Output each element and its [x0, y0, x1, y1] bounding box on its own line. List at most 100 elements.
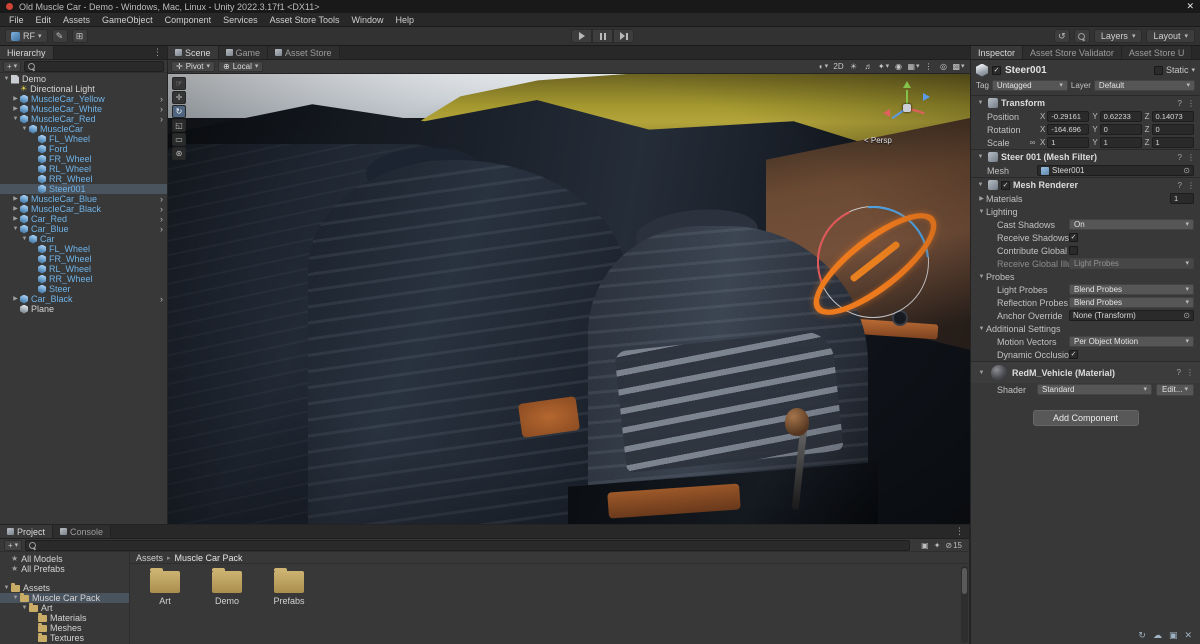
expand-arrow[interactable]: ▼ [11, 226, 20, 232]
hierarchy-item-musclecar-yellow[interactable]: ▶ MuscleCar_Yellow › [0, 94, 167, 104]
project-item-art[interactable]: ▼ Art [0, 602, 129, 613]
mesh-object-field[interactable]: Steer001 ⊙ [1037, 165, 1194, 176]
expand-arrow[interactable]: ▶ [11, 216, 20, 222]
mesh-renderer-header[interactable]: ▼ ✓ Mesh Renderer ? ⋮ [971, 177, 1200, 192]
materials-count-field[interactable]: 1 [1170, 193, 1194, 204]
scene-camera-settings[interactable]: ◎ [937, 61, 950, 72]
effects-dropdown[interactable]: ✦ ▾ [877, 61, 890, 72]
hierarchy-item-fl-wheel[interactable]: FL_Wheel [0, 244, 167, 254]
play-button[interactable] [571, 29, 592, 43]
hierarchy-item-steer001[interactable]: Steer001 [0, 184, 167, 194]
prefab-open-chevron[interactable]: › [160, 204, 167, 214]
tab-project[interactable]: Project [0, 525, 54, 538]
close-status-icon[interactable]: ✕ [1184, 630, 1192, 641]
active-checkbox[interactable]: ✓ [992, 65, 1001, 75]
menu-assets[interactable]: Assets [57, 13, 96, 27]
expand-arrow[interactable]: ▶ [11, 106, 20, 112]
hierarchy-item-car-red[interactable]: ▶ Car_Red › [0, 214, 167, 224]
menu-services[interactable]: Services [217, 13, 264, 27]
component-menu-icon[interactable]: ⋮ [1187, 181, 1195, 190]
project-create-button[interactable]: + ▾ [4, 539, 23, 551]
expand-arrow[interactable]: ▼ [20, 605, 29, 611]
pause-button[interactable] [592, 29, 613, 43]
hierarchy-item-musclecar-red[interactable]: ▼ MuscleCar_Red › [0, 114, 167, 124]
help-icon[interactable]: ? [1177, 368, 1181, 377]
move-tool-button[interactable]: ✛ [172, 91, 186, 104]
prefab-open-chevron[interactable]: › [160, 214, 167, 224]
hierarchy-item-fl-wheel[interactable]: FL_Wheel [0, 134, 167, 144]
hierarchy-item-fr-wheel[interactable]: FR_Wheel [0, 254, 167, 264]
expand-arrow[interactable]: ▼ [2, 585, 11, 591]
rotation-x-field[interactable]: -164.696 [1047, 124, 1090, 135]
account-button[interactable]: RF ▾ [5, 29, 48, 43]
orientation-gizmo[interactable] [880, 80, 936, 136]
object-picker-icon[interactable]: ⊙ [1183, 311, 1190, 320]
project-item-assets[interactable]: ▼ Assets [0, 582, 129, 593]
static-caret-icon[interactable]: ▾ [1191, 67, 1195, 74]
hierarchy-search-input[interactable] [38, 61, 161, 71]
menu-file[interactable]: File [3, 13, 30, 27]
project-item-muscle-car-pack[interactable]: ▼ Muscle Car Pack [0, 592, 129, 603]
shader-dropdown[interactable]: Standard ▾ [1037, 384, 1153, 395]
hidden-objects-toggle[interactable]: ◉ [892, 61, 905, 72]
project-folder-prefabs[interactable]: Prefabs [266, 568, 312, 606]
grid-snapping-button[interactable]: ⊞ [71, 29, 88, 43]
perspective-toggle[interactable]: < Persp [864, 136, 892, 145]
mesh-filter-header[interactable]: ▼ Steer 001 (Mesh Filter) ? ⋮ [971, 149, 1200, 164]
menu-asset-store-tools[interactable]: Asset Store Tools [264, 13, 346, 27]
project-search-input[interactable] [39, 540, 908, 550]
foldout-arrow-icon[interactable]: ▼ [976, 154, 985, 160]
tab-game[interactable]: Game [218, 46, 269, 59]
scene-viewport[interactable]: ☞ ✛ ↻ ◱ ▭ ⊛ < Persp [168, 74, 970, 524]
layout-dropdown[interactable]: Layout ▾ [1146, 29, 1195, 43]
hierarchy-item-musclecar-black[interactable]: ▶ MuscleCar_Black › [0, 204, 167, 214]
project-item-meshes[interactable]: Meshes [0, 622, 129, 633]
position-y-field[interactable]: 0.62233 [1099, 111, 1142, 122]
static-toggle[interactable]: Static ▾ [1153, 65, 1195, 75]
component-menu-icon[interactable]: ⋮ [1187, 99, 1195, 108]
expand-arrow[interactable]: ▶ [11, 206, 20, 212]
tab-asset-store-u[interactable]: Asset Store U [1121, 46, 1193, 59]
expand-arrow[interactable]: ▼ [2, 76, 11, 82]
expand-arrow[interactable]: ▶ [11, 96, 20, 102]
layer-dropdown[interactable]: Default ▾ [1093, 80, 1195, 91]
hierarchy-item-car[interactable]: ▼ Car [0, 234, 167, 244]
breadcrumb-muscle-car-pack[interactable]: Muscle Car Pack [175, 553, 243, 563]
rotation-z-field[interactable]: 0 [1151, 124, 1194, 135]
scene-audio-toggle[interactable]: ♬ [862, 61, 875, 72]
rotate-tool-button[interactable]: ↻ [172, 105, 186, 118]
prefab-open-chevron[interactable]: › [160, 104, 167, 114]
dynamic-occlusion-checkbox[interactable]: ✓ [1069, 350, 1078, 359]
foldout-arrow-icon[interactable]: ▼ [976, 182, 985, 188]
contribute-gi-checkbox[interactable] [1069, 246, 1078, 255]
prefab-open-chevron[interactable]: › [160, 294, 167, 304]
grid-status-icon[interactable]: ▣ [1169, 630, 1178, 641]
probes-foldout-row[interactable]: ▼ Probes [971, 270, 1200, 283]
prefab-open-chevron[interactable]: › [160, 94, 167, 104]
search-by-type-icon[interactable]: ▣ [921, 541, 929, 550]
sync-status-icon[interactable]: ↻ [1138, 630, 1146, 641]
layers-dropdown[interactable]: Layers ▾ [1093, 29, 1143, 43]
edit-shader-button[interactable]: Edit... ▾ [1156, 383, 1194, 396]
project-item-textures[interactable]: Textures [0, 632, 129, 643]
tab-inspector[interactable]: Inspector [971, 46, 1024, 59]
paint-tool-button[interactable]: ✎ [51, 29, 68, 43]
breadcrumb-assets[interactable]: Assets [136, 553, 163, 563]
hierarchy-item-musclecar-blue[interactable]: ▶ MuscleCar_Blue › [0, 194, 167, 204]
anchor-override-field[interactable]: None (Transform) ⊙ [1069, 310, 1194, 321]
hierarchy-item-demo[interactable]: ▼ Demo [0, 74, 167, 84]
static-checkbox[interactable] [1153, 65, 1163, 75]
view-tool-button[interactable]: ☞ [172, 77, 186, 90]
reflection-probes-dropdown[interactable]: Blend Probes ▾ [1069, 297, 1194, 308]
cast-shadows-dropdown[interactable]: On ▾ [1069, 219, 1194, 230]
hidden-packages-count[interactable]: ⊘ 15 [945, 541, 962, 550]
light-probes-dropdown[interactable]: Blend Probes ▾ [1069, 284, 1194, 295]
window-close-icon[interactable]: ✕ [1186, 2, 1194, 11]
undo-history-button[interactable]: ↺ [1053, 29, 1070, 43]
help-icon[interactable]: ? [1178, 153, 1182, 162]
scale-tool-button[interactable]: ◱ [172, 119, 186, 132]
scale-link-icon[interactable]: ∞ [1028, 138, 1037, 147]
expand-arrow[interactable]: ▼ [11, 595, 20, 601]
foldout-arrow-icon[interactable]: ▼ [976, 100, 985, 106]
hierarchy-item-rl-wheel[interactable]: RL_Wheel [0, 164, 167, 174]
